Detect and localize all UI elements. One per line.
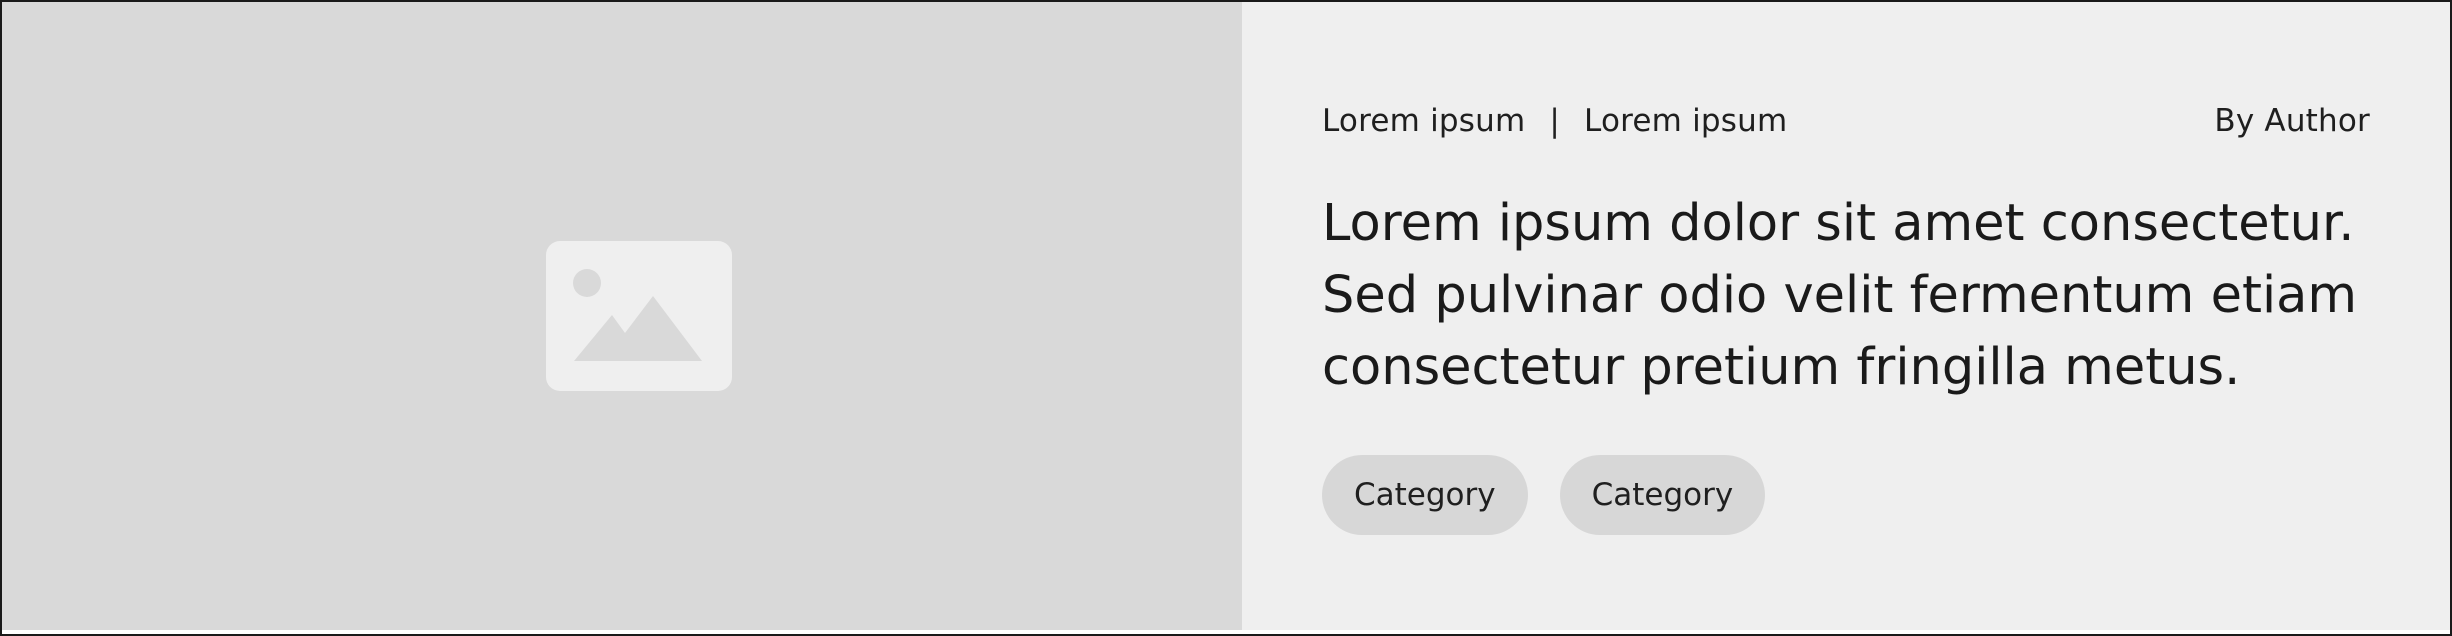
headline-line-2: Sed pulvinar odio velit fermentum etiam [1322, 266, 2358, 325]
article-headline[interactable]: Lorem ipsum dolor sit amet consectetur. … [1322, 188, 2402, 404]
image-placeholder-sun [573, 269, 601, 297]
meta-separator: | [1549, 103, 1561, 139]
category-chip[interactable]: Category [1559, 455, 1766, 535]
category-tags: Category Category [1322, 455, 1766, 535]
headline-line-1: Lorem ipsum dolor sit amet consectetur. [1322, 194, 2355, 253]
author-byline: By Author [2214, 103, 2370, 139]
article-meta: Lorem ipsum | Lorem ipsum By Author [1322, 99, 2370, 143]
article-meta-left: Lorem ipsum | Lorem ipsum [1322, 103, 1787, 139]
article-card: Lorem ipsum | Lorem ipsum By Author Lore… [0, 0, 2452, 636]
headline-line-3: consectetur pretium fringilla metus. [1322, 338, 2241, 397]
article-image [2, 2, 1242, 630]
category-chip[interactable]: Category [1322, 455, 1528, 535]
article-content: Lorem ipsum | Lorem ipsum By Author Lore… [1242, 2, 2450, 630]
meta-item-1: Lorem ipsum [1322, 103, 1526, 139]
image-placeholder-icon [546, 241, 732, 391]
meta-item-2: Lorem ipsum [1584, 103, 1788, 139]
